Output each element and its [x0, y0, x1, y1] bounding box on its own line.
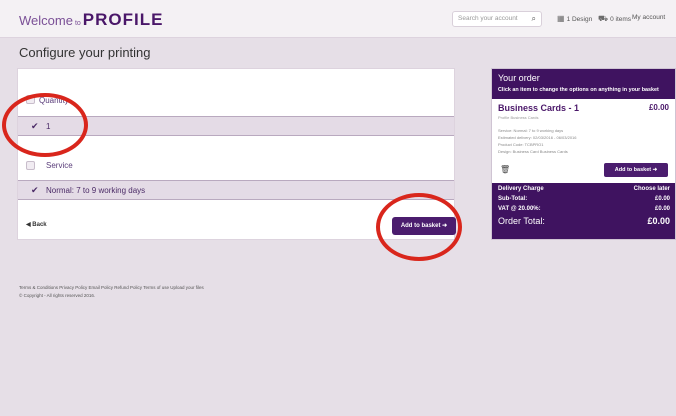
- vat-label: VAT @ 20.00%:: [498, 206, 541, 212]
- footer-links[interactable]: Terms & Conditions Privacy Policy Email …: [19, 285, 204, 290]
- vat-value: £0.00: [654, 206, 670, 212]
- site-header: Welcome to PROFILE Search your account ⌕ ▦…: [0, 0, 676, 38]
- service-label: Service: [46, 161, 73, 170]
- delivery-row: Delivery Charge Choose later: [498, 186, 670, 192]
- order-title: Your order: [498, 73, 540, 83]
- check-icon: ✔: [31, 185, 39, 195]
- check-icon: ✔: [31, 121, 39, 131]
- quantity-icon: [26, 95, 35, 104]
- configure-panel: Quantity ✔ 1 Service ✔ Normal: 7 to 9 wo…: [17, 68, 456, 240]
- service-value: Normal: 7 to 9 working days: [46, 186, 146, 195]
- search-icon[interactable]: ⌕: [532, 14, 536, 24]
- order-detail: Estimated delivery: 02/03/2016 - 06/03/2…: [498, 135, 577, 140]
- order-header: Your order Click an item to change the o…: [492, 69, 675, 99]
- total-row: Order Total: £0.00: [498, 216, 670, 226]
- order-item-price: £0.00: [648, 103, 669, 112]
- trash-icon[interactable]: 🗑: [500, 165, 510, 174]
- page-title: Configure your printing: [19, 45, 151, 60]
- subtotal-label: Sub-Total:: [498, 196, 528, 202]
- subtotal-value: £0.00: [654, 196, 670, 202]
- copyright: © Copyright - All rights reserved 2016.: [19, 293, 96, 298]
- brand-name: PROFILE: [82, 10, 164, 29]
- sidebar-add-to-basket-button[interactable]: Add to basket ➜: [604, 163, 668, 177]
- order-item-sub: Profile Business Cards: [498, 115, 539, 120]
- back-label: Back: [32, 222, 47, 228]
- basket-count: 0 items: [610, 16, 632, 23]
- total-value: £0.00: [647, 216, 670, 226]
- service-option[interactable]: ✔ Normal: 7 to 9 working days: [18, 180, 454, 200]
- cart-icon: ⛟: [598, 14, 609, 23]
- brand-logo[interactable]: Welcome to PROFILE: [19, 10, 163, 30]
- total-label: Order Total:: [498, 216, 545, 226]
- quantity-value: 1: [46, 122, 51, 131]
- vat-row: VAT @ 20.00%: £0.00: [498, 206, 670, 212]
- add-to-basket-button[interactable]: Add to basket ➜: [392, 217, 456, 235]
- arrow-circle-icon: ➜: [652, 167, 658, 173]
- delivery-value[interactable]: Choose later: [634, 186, 670, 192]
- basket-link[interactable]: ⛟ 0 items: [598, 14, 631, 24]
- quantity-option[interactable]: ✔ 1: [18, 116, 454, 136]
- order-subtitle: Click an item to change the options on a…: [498, 87, 659, 93]
- order-item-name[interactable]: Business Cards - 1: [498, 103, 579, 113]
- account-label: My account: [632, 14, 666, 21]
- order-summary: Your order Click an item to change the o…: [491, 68, 676, 240]
- subtotal-row: Sub-Total: £0.00: [498, 196, 670, 202]
- design-icon: ▦: [557, 14, 565, 23]
- welcome-to-text: to: [74, 20, 81, 27]
- designs-count: 1 Design: [566, 16, 593, 23]
- account-menu[interactable]: My account: [632, 14, 665, 21]
- add-to-basket-label: Add to basket: [400, 223, 441, 229]
- service-icon: [26, 161, 35, 170]
- order-detail: Service: Normal: 7 to 9 working days: [498, 128, 564, 133]
- sidebar-add-label: Add to basket: [614, 167, 652, 173]
- order-detail: Design: Business Card Business Cards: [498, 149, 568, 154]
- back-arrow-icon: ◀: [26, 222, 31, 228]
- back-link[interactable]: ◀ Back: [26, 221, 47, 228]
- welcome-text: Welcome: [19, 13, 73, 28]
- arrow-circle-icon: ➜: [442, 223, 448, 229]
- delivery-label: Delivery Charge: [498, 186, 544, 192]
- quantity-label: Quantity: [39, 96, 69, 105]
- search-placeholder: Search your account: [458, 15, 518, 22]
- order-detail: Product Code: TCBPRO1: [498, 142, 544, 147]
- search-input[interactable]: Search your account ⌕: [452, 11, 542, 27]
- designs-link[interactable]: ▦ 1 Design: [557, 14, 592, 23]
- order-totals: Delivery Charge Choose later Sub-Total: …: [492, 183, 675, 239]
